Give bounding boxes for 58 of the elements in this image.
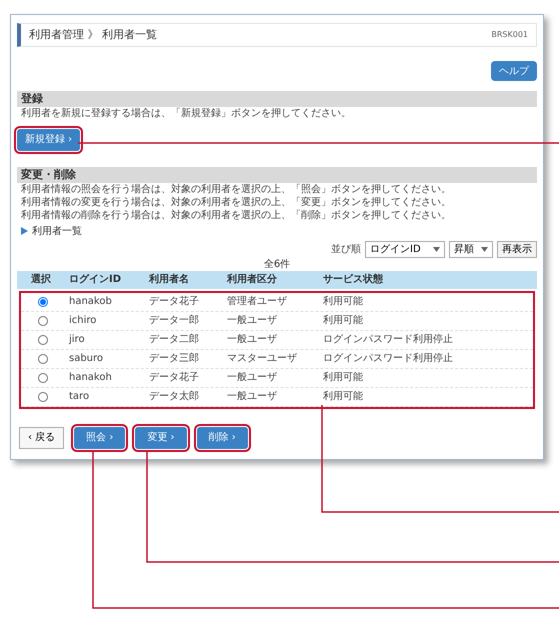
table-cell-text: 利用可能	[322, 390, 364, 404]
sort-order-select[interactable]: 昇順	[449, 240, 493, 258]
table-cell-text: saburo	[68, 352, 104, 366]
table-cell-text: ichiro	[68, 314, 98, 328]
breadcrumb: 利用者管理 》 利用者一覧	[29, 26, 157, 43]
description-text: 利用者情報の照会を行う場合は、対象の利用者を選択の上、「照会」ボタンを押してください。	[20, 182, 452, 196]
table-cell-text: データ二郎	[148, 332, 200, 347]
column-header: ログインID	[68, 273, 122, 287]
row-radio[interactable]	[38, 372, 48, 382]
action-button[interactable]: 削除 ›	[196, 426, 248, 448]
row-radio[interactable]	[38, 316, 48, 326]
description-text: 利用者を新規に登録する場合は、「新規登録」ボタンを押してください。	[20, 107, 352, 121]
table-cell-text: データ三郎	[148, 352, 200, 366]
table-cell-text: データ花子	[148, 370, 200, 385]
table-cell-text: ログインパスワード利用停止	[322, 352, 454, 366]
table-cell-text: 利用可能	[322, 370, 364, 385]
table-cell-text: hanakob	[68, 295, 113, 309]
column-header: 選択	[30, 272, 52, 287]
table-cell-text: データ一郎	[148, 314, 200, 328]
table-cell-text: ログインパスワード利用停止	[322, 332, 454, 347]
action-button[interactable]: 照会 ›	[74, 426, 126, 448]
table-cell-text: 一般ユーザ	[226, 371, 278, 385]
column-header: 利用者区分	[226, 272, 278, 287]
table-cell-text: 一般ユーザ	[226, 390, 278, 404]
table-cell-text: マスターユーザ	[226, 352, 298, 366]
table-cell-text: 利用可能	[322, 314, 364, 328]
row-radio[interactable]	[38, 334, 48, 344]
table-cell-text: taro	[68, 390, 90, 404]
column-header: 利用者名	[148, 272, 190, 287]
table-cell-text: 一般ユーザ	[226, 333, 278, 347]
list-title: 利用者一覧	[32, 224, 82, 238]
dropdown-caret-icon	[433, 246, 440, 252]
register-button[interactable]: 新規登録 ›	[17, 128, 80, 150]
table-cell-text: データ太郎	[148, 390, 200, 404]
refresh-button[interactable]: 再表示	[497, 240, 537, 258]
description-text: 利用者情報の削除を行う場合は、対象の利用者を選択の上、「削除」ボタンを押してください。	[20, 208, 452, 222]
description-text: 利用者情報の変更を行う場合は、対象の利用者を選択の上、「変更」ボタンを押してください。	[20, 196, 452, 208]
table-cell-text: hanakoh	[68, 371, 113, 385]
row-radio[interactable]	[38, 392, 48, 402]
screen-id: BRSK001	[491, 29, 528, 41]
row-radio[interactable]	[38, 296, 48, 306]
table-cell-text: 一般ユーザ	[226, 314, 278, 328]
sort-label: 並び順	[331, 242, 361, 256]
section-header: 変更・削除	[17, 166, 537, 182]
help-button[interactable]: ヘルプ	[491, 61, 537, 81]
action-button[interactable]: 変更 ›	[135, 426, 187, 448]
bullet-icon	[21, 227, 28, 235]
result-count: 全6件	[262, 258, 292, 270]
dropdown-caret-icon	[481, 246, 488, 252]
table-cell-text: jiro	[68, 333, 86, 347]
table-cell-text: 管理者ユーザ	[226, 294, 288, 309]
sort-key-select[interactable]: ログインID	[365, 240, 445, 258]
section-header: 登録	[17, 91, 537, 107]
table-cell-text: 利用可能	[322, 294, 364, 309]
column-header: サービス状態	[322, 272, 384, 287]
back-button[interactable]: ‹ 戻る	[19, 426, 64, 448]
table-cell-text: データ花子	[148, 294, 200, 309]
row-radio[interactable]	[38, 354, 48, 364]
